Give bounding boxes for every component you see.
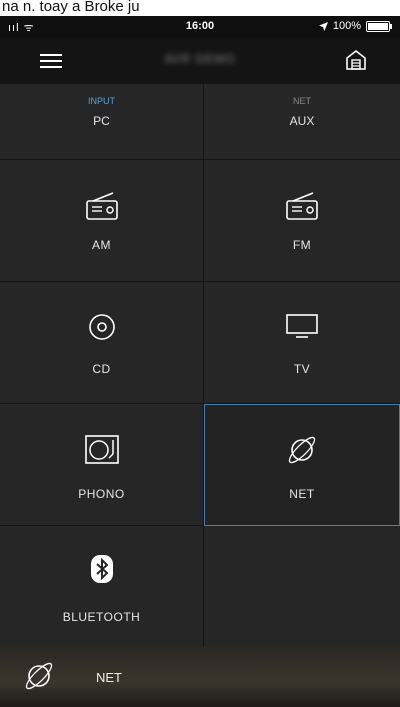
- source-tile-net[interactable]: NET: [204, 404, 400, 526]
- battery-icon: [366, 20, 392, 32]
- globe-icon: [25, 662, 53, 690]
- turntable-icon: [84, 435, 119, 464]
- now-playing-bar[interactable]: NET: [0, 646, 400, 707]
- radio-icon: [286, 192, 318, 220]
- net-tag: NET: [293, 96, 311, 106]
- radio-icon: [85, 192, 118, 220]
- source-label: BLUETOOTH: [62, 610, 141, 624]
- source-label: AM: [92, 238, 111, 252]
- source-tile-bluetooth[interactable]: BLUETOOTH: [0, 526, 204, 648]
- location-arrow-icon: [318, 21, 328, 31]
- globe-icon: [288, 436, 316, 464]
- source-tile-pc[interactable]: INPUT PC: [0, 84, 204, 160]
- top-bar: AVR DEMO: [0, 38, 400, 84]
- caption-text: na n. toay a Broke ju: [0, 0, 400, 16]
- source-label: FM: [292, 238, 312, 252]
- status-right: 100%: [318, 20, 392, 32]
- empty-tile: [204, 526, 400, 648]
- source-label: AUX: [289, 114, 315, 128]
- source-tile-aux[interactable]: NET AUX: [204, 84, 400, 160]
- status-bar: ııl ᯤ 16:00 100%: [0, 16, 400, 38]
- source-tile-am[interactable]: AM: [0, 160, 204, 282]
- disc-icon: [88, 314, 115, 340]
- source-label: PC: [93, 114, 110, 128]
- tv-icon: [286, 314, 318, 338]
- source-label: PHONO: [78, 487, 125, 501]
- source-label: TV: [293, 362, 311, 376]
- now-playing-source: NET: [96, 670, 122, 685]
- device-name: AVR DEMO: [164, 52, 236, 66]
- input-tag: INPUT: [88, 96, 115, 106]
- source-tile-cd[interactable]: CD: [0, 282, 204, 404]
- source-label: CD: [92, 362, 111, 376]
- source-label: NET: [289, 487, 315, 501]
- bluetooth-icon: [90, 555, 113, 583]
- home-icon[interactable]: [344, 48, 368, 72]
- source-tile-fm[interactable]: FM: [204, 160, 400, 282]
- battery-percent: 100%: [332, 20, 361, 32]
- source-tile-tv[interactable]: TV: [204, 282, 400, 404]
- source-tile-phono[interactable]: PHONO: [0, 404, 204, 526]
